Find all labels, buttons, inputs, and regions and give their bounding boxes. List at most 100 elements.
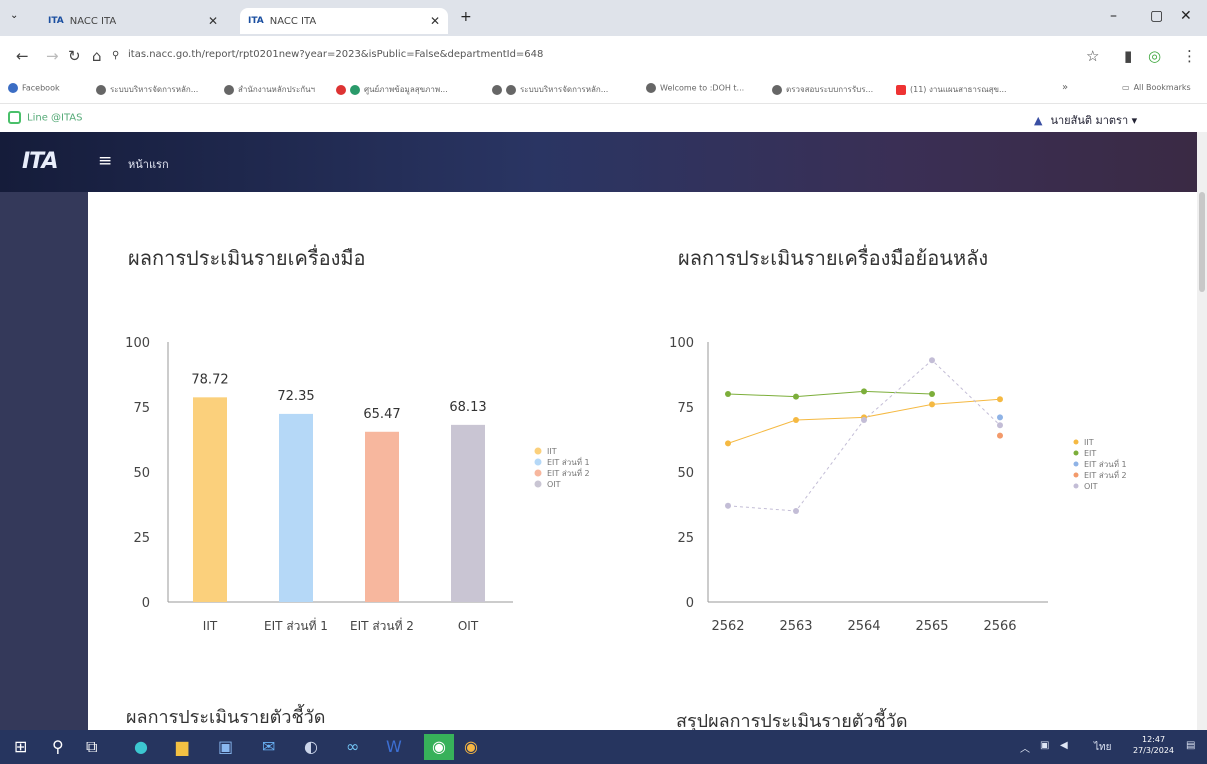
data-point — [725, 391, 731, 397]
profile-icon[interactable]: ◎ — [1148, 47, 1161, 65]
left-background-band — [0, 192, 88, 730]
ita-favicon-icon: ITA — [248, 16, 264, 26]
globe-icon — [96, 84, 106, 95]
bookmark-item[interactable]: Welcome to :DOH t... — [646, 83, 744, 93]
close-icon[interactable]: ✕ — [430, 14, 440, 28]
reload-icon[interactable]: ↻ — [68, 47, 81, 65]
bar — [365, 431, 399, 602]
page-scrollbar[interactable] — [1197, 132, 1207, 730]
clock-time: 12:47 — [1141, 735, 1166, 744]
mail-icon[interactable]: ✉ — [262, 737, 275, 756]
line-app-icon[interactable]: ◉ — [424, 734, 454, 760]
legend-marker — [1073, 472, 1079, 478]
url-field[interactable]: itas.nacc.go.th/report/rpt0201new?year=2… — [128, 49, 543, 60]
tab-title: NACC ITA — [69, 15, 117, 27]
edge-icon[interactable]: ● — [134, 737, 148, 756]
bookmark-item[interactable]: ศูนย์ภาพข้อมูลสุขภาพ... — [336, 83, 448, 96]
bar-data-label: 68.13 — [449, 400, 486, 415]
home-link[interactable]: หน้าแรก — [128, 155, 169, 173]
ita-logo[interactable]: ITA — [22, 149, 59, 174]
language-indicator[interactable]: ไทย — [1094, 740, 1111, 755]
data-point — [929, 391, 935, 397]
word-icon[interactable]: W — [386, 737, 402, 756]
user-menu[interactable]: ▲ นายสันติ มาตรา ▾ — [1034, 111, 1137, 129]
home-icon[interactable]: ⌂ — [92, 47, 102, 65]
bar — [193, 397, 227, 602]
task-view-icon[interactable]: ⧉ — [86, 737, 97, 757]
close-icon[interactable]: ✕ — [208, 14, 218, 28]
tab-inactive[interactable]: ITA NACC ITA ✕ — [40, 8, 226, 34]
legend-marker — [534, 458, 542, 466]
legend-marker — [1073, 450, 1079, 456]
bookmark-item[interactable]: ระบบบริหารจัดการหลัก... — [96, 83, 198, 96]
all-bookmarks-folder[interactable]: ▭ All Bookmarks — [1122, 83, 1191, 92]
indicator-title: ผลการประเมินรายตัวชี้วัด — [126, 707, 326, 728]
site-settings-icon[interactable]: ⚲ — [112, 50, 119, 61]
bar-data-label: 72.35 — [277, 389, 314, 404]
legend-label: OIT — [1084, 482, 1098, 491]
bar-x-tick-label: EIT ส่วนที่ 2 — [350, 617, 414, 632]
windows-start-icon[interactable]: ⊞ — [14, 737, 27, 756]
notification-icon[interactable]: ▤ — [1186, 740, 1195, 751]
bookmarks-bar: Facebook ระบบบริหารจัดการหลัก... สำนักงา… — [0, 76, 1207, 104]
line-x-tick-label: 2566 — [983, 619, 1016, 632]
line-y-tick-label: 50 — [677, 466, 694, 481]
chrome-icon[interactable]: ◉ — [464, 737, 478, 756]
legend-marker — [1073, 439, 1079, 445]
file-explorer-icon[interactable]: ▆ — [176, 737, 188, 756]
tab-active[interactable]: ITA NACC ITA ✕ — [240, 8, 448, 34]
paint-icon[interactable]: ◐ — [304, 737, 318, 756]
forward-icon[interactable]: → — [46, 47, 59, 65]
legend-label: EIT ส่วนที่ 1 — [547, 456, 590, 467]
bookmark-item[interactable]: Facebook — [8, 83, 60, 93]
data-point — [929, 401, 935, 408]
tab-list-icon[interactable]: ⌄ — [10, 10, 18, 21]
bookmark-item[interactable]: ตรวจสอบระบบการรับร... — [772, 83, 873, 96]
system-tray-chevron-icon[interactable]: ︿ — [1020, 740, 1030, 755]
globe-icon — [350, 84, 360, 95]
globe-icon — [772, 84, 782, 95]
volume-icon[interactable]: ◀ — [1060, 740, 1068, 751]
hamburger-menu-icon[interactable]: ≡ — [98, 151, 112, 171]
line-y-tick-label: 75 — [677, 401, 694, 416]
legend-marker — [1073, 461, 1079, 467]
bell-icon[interactable]: ▲ — [1034, 114, 1042, 127]
back-icon[interactable]: ← — [16, 47, 29, 65]
close-window-icon[interactable]: ✕ — [1180, 8, 1192, 24]
facebook-icon — [8, 83, 18, 93]
infinity-app-icon[interactable]: ∞ — [346, 737, 359, 756]
youtube-icon — [896, 84, 906, 95]
bar-y-tick-label: 100 — [125, 336, 150, 351]
line-y-tick-label: 25 — [677, 531, 694, 546]
scrollbar-thumb[interactable] — [1199, 192, 1205, 292]
globe-icon — [506, 84, 516, 95]
bar-data-label: 65.47 — [363, 407, 400, 422]
network-icon[interactable]: ▣ — [1040, 740, 1049, 751]
top-user-bar: Line @ITAS ▲ นายสันติ มาตรา ▾ — [0, 104, 1207, 132]
menu-icon[interactable]: ⋮ — [1182, 47, 1197, 65]
more-bookmarks-button[interactable]: » — [1062, 82, 1068, 93]
minimize-icon[interactable]: – — [1110, 8, 1117, 24]
new-tab-button[interactable]: + — [460, 9, 472, 25]
legend-marker — [534, 447, 542, 455]
line-itas-link[interactable]: Line @ITAS — [8, 111, 83, 124]
store-icon[interactable]: ▣ — [218, 737, 233, 756]
bar-y-tick-label: 75 — [133, 401, 150, 416]
data-point — [997, 432, 1003, 439]
side-panel-icon[interactable]: ▮ — [1124, 47, 1132, 65]
bookmark-item[interactable]: (11) งานแผนสาธารณสุข... — [896, 83, 1007, 96]
bookmark-star-icon[interactable]: ☆ — [1086, 47, 1099, 65]
data-point — [793, 417, 799, 423]
line-icon — [8, 111, 21, 124]
search-icon[interactable]: ⚲ — [52, 737, 64, 756]
line-x-tick-label: 2563 — [779, 619, 812, 632]
bar-x-tick-label: OIT — [458, 619, 479, 632]
series-line — [727, 390, 933, 398]
data-point — [793, 393, 799, 400]
bookmark-item[interactable]: สำนักงานหลักประกันฯ — [224, 83, 315, 96]
bookmark-item[interactable]: ระบบบริหารจัดการหลัก... — [492, 83, 608, 96]
tab-title: NACC ITA — [269, 15, 317, 27]
maximize-icon[interactable]: ▢ — [1150, 8, 1163, 24]
clock[interactable]: 12:47 27/3/2024 — [1133, 734, 1174, 756]
user-name: นายสันติ มาตรา ▾ — [1050, 114, 1138, 127]
